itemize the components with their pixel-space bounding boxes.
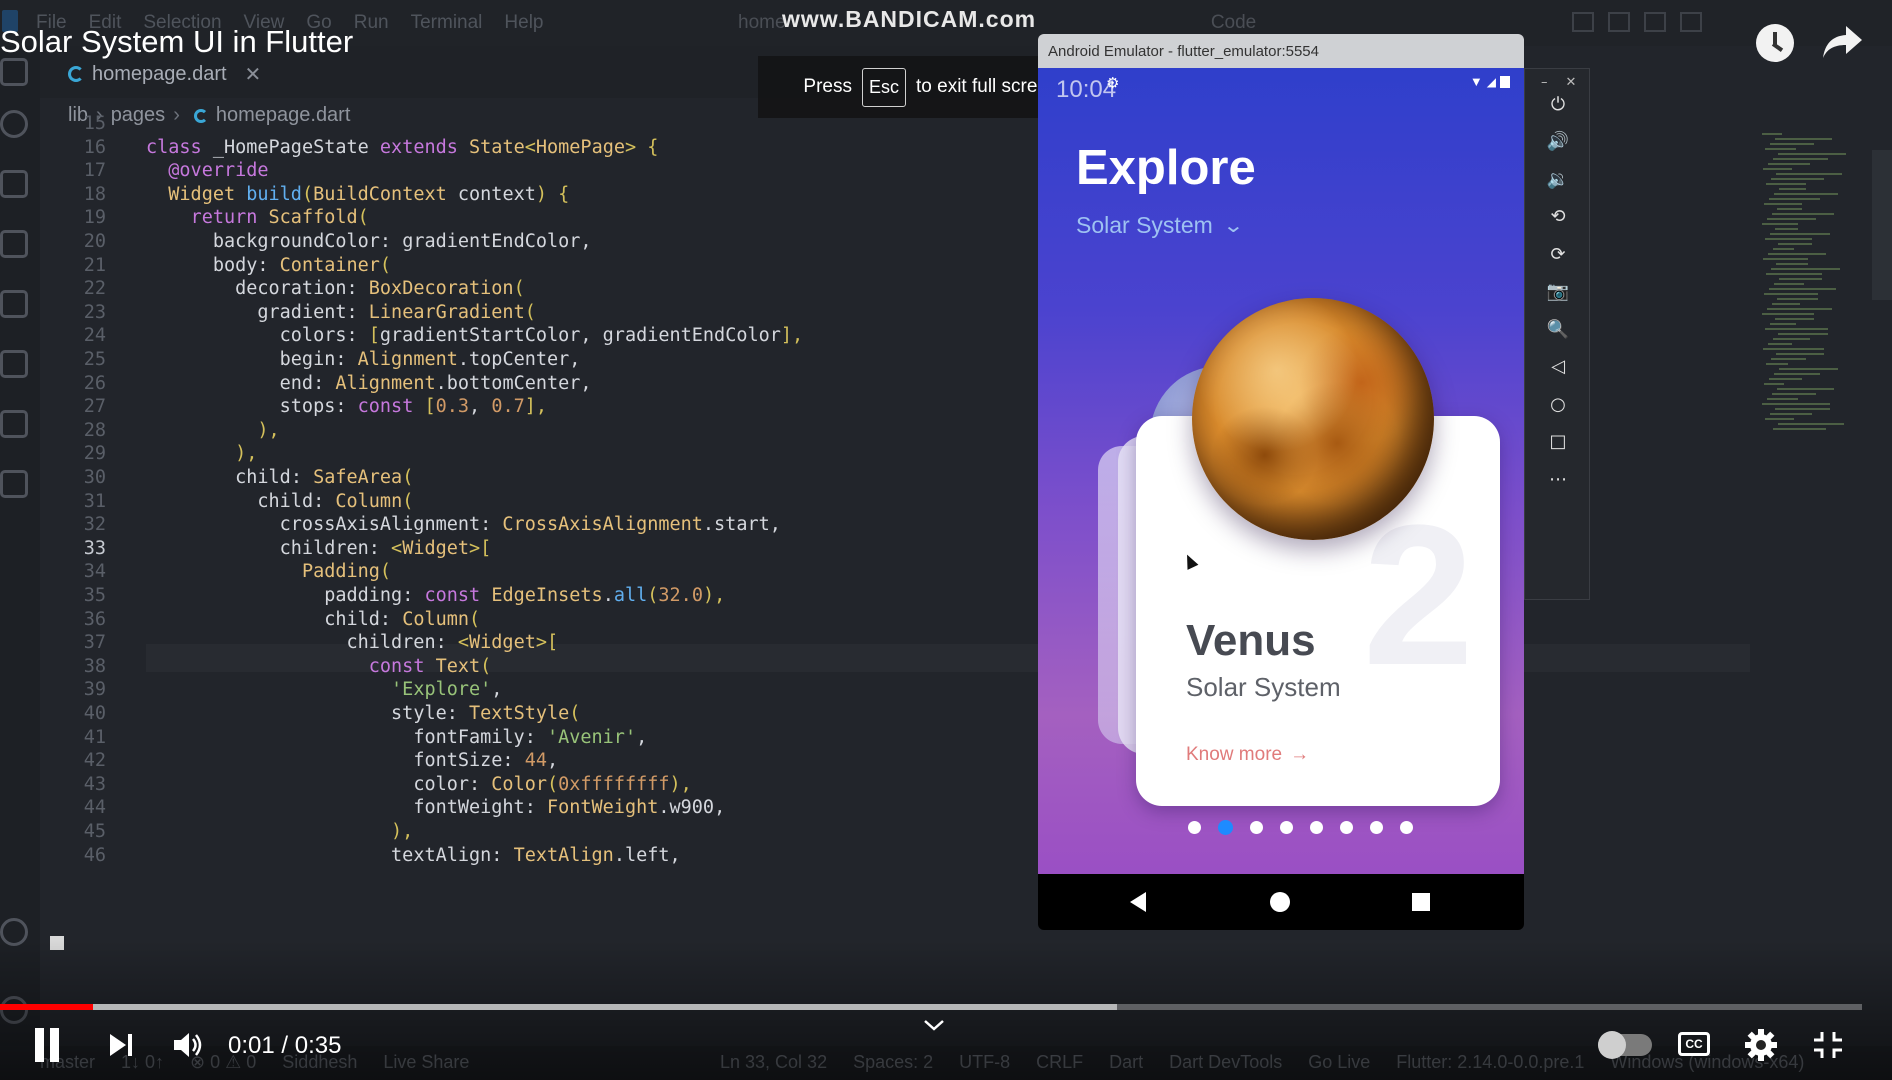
progress-buffered (0, 1004, 1118, 1010)
editor-scrollbar[interactable] (1872, 150, 1892, 300)
signal-icon: ◢ (1486, 74, 1496, 89)
tab-homepage-dart[interactable]: homepage.dart ✕ (62, 54, 273, 94)
know-more-link[interactable]: Know more → (1186, 744, 1309, 766)
emulator-titlebar[interactable]: Android Emulator - flutter_emulator:5554 (1038, 34, 1524, 68)
toggle-secondary-sidebar-icon[interactable] (1644, 12, 1666, 32)
volume-icon[interactable] (172, 1030, 206, 1060)
page-title: Explore (1076, 141, 1256, 195)
android-recents-icon[interactable] (1412, 893, 1430, 911)
android-home-icon[interactable] (1270, 892, 1290, 912)
page-dot[interactable] (1188, 821, 1201, 834)
battery-icon (1500, 75, 1510, 88)
system-icons: ▼ ◢ (1470, 74, 1510, 89)
page-dot[interactable] (1280, 821, 1293, 834)
page-dot[interactable] (1218, 820, 1233, 835)
emulator-phone: 10:04 ⚙ ▼ ◢ Explore Solar System ⌄ 2 Ven… (1038, 68, 1524, 878)
live-share-icon[interactable] (0, 470, 28, 498)
rotate-left-icon[interactable]: ⟲ (1545, 204, 1571, 230)
pause-button[interactable] (32, 1028, 62, 1062)
search-icon[interactable] (0, 110, 28, 138)
camera-icon[interactable]: 📷 (1545, 279, 1571, 305)
minimap[interactable] (1762, 130, 1846, 550)
page-dot[interactable] (1370, 821, 1383, 834)
dropdown-value: Solar System (1076, 212, 1213, 238)
volume-down-icon[interactable]: 🔉 (1545, 166, 1571, 192)
wifi-icon: ▼ (1469, 74, 1483, 89)
progress-bar[interactable] (0, 1004, 1862, 1010)
android-nav-bar (1038, 874, 1524, 930)
arrow-right-icon: → (1290, 744, 1310, 765)
autoplay-toggle[interactable] (1598, 1031, 1652, 1059)
line-number: 46 (83, 844, 106, 866)
bandicam-watermark: www.BANDICAM.com (782, 6, 1037, 32)
next-button[interactable] (108, 1032, 134, 1058)
app-screen: 10:04 ⚙ ▼ ◢ Explore Solar System ⌄ 2 Ven… (1038, 68, 1524, 876)
testing-icon[interactable] (0, 410, 28, 438)
vscode-window: File Edit Selection View Go Run Terminal Help h… (0, 0, 1892, 1080)
player-controls: 0:01 / 0:35 CC (0, 1020, 1892, 1070)
planet-position-number: 2 (1362, 484, 1474, 707)
close-icon[interactable]: ✕ (1566, 75, 1577, 90)
code-text: textAlign: TextAlign.left, (391, 844, 681, 866)
solar-system-dropdown[interactable]: Solar System ⌄ (1076, 212, 1245, 239)
more-icon[interactable]: ⋯ (1545, 466, 1571, 492)
explorer-icon[interactable] (0, 58, 28, 86)
page-dot[interactable] (1310, 821, 1323, 834)
page-dot[interactable] (1340, 821, 1353, 834)
exit-fullscreen-icon[interactable] (1812, 1030, 1844, 1060)
run-debug-icon[interactable] (0, 290, 28, 318)
tab-label: homepage.dart (92, 62, 227, 85)
settings-gear-icon[interactable] (1744, 1028, 1778, 1062)
planet-name: Venus (1186, 616, 1316, 665)
toggle-sidebar-icon[interactable] (1572, 12, 1594, 32)
code-editor[interactable]: 15 16 class _HomePageState extends State<H… (40, 113, 1140, 1032)
emulator-toolbar: – ✕ ⏻ 🔊 🔉 ⟲ ⟳ 📷 🔍 ◁ ○ □ ⋯ (1524, 68, 1590, 600)
zoom-icon[interactable]: 🔍 (1545, 316, 1571, 342)
chevron-down-icon: ⌄ (1222, 215, 1245, 237)
page-dot[interactable] (1250, 821, 1263, 834)
home-icon[interactable]: ○ (1545, 391, 1571, 417)
subtitles-button[interactable]: CC (1678, 1032, 1710, 1056)
customize-layout-icon[interactable] (1680, 12, 1702, 32)
settings-gear-icon: ⚙ (1106, 75, 1120, 92)
dart-file-icon (68, 66, 84, 82)
phone-status-bar: 10:04 ⚙ ▼ ◢ (1038, 68, 1524, 103)
chevron-down-icon[interactable] (922, 1018, 946, 1032)
volume-up-icon[interactable]: 🔊 (1545, 129, 1571, 155)
planet-subtitle: Solar System (1186, 672, 1341, 702)
esc-key: Esc (861, 67, 906, 107)
watch-later-icon[interactable] (1756, 24, 1794, 62)
source-control-icon[interactable] (0, 170, 28, 198)
activity-bar (0, 46, 40, 1046)
time-display: 0:01 / 0:35 (228, 1032, 342, 1059)
progress-played (0, 1004, 94, 1010)
rotate-right-icon[interactable]: ⟳ (1545, 241, 1571, 267)
menu-item-run[interactable]: Run (354, 12, 389, 34)
share-icon[interactable] (1822, 24, 1864, 60)
video-title[interactable]: Solar System UI in Flutter (0, 24, 353, 60)
overview-icon[interactable]: □ (1545, 429, 1571, 455)
terminal-icon[interactable] (0, 230, 28, 258)
page-indicator (1188, 820, 1413, 835)
tab-close-icon[interactable]: ✕ (245, 62, 262, 87)
menu-item-terminal[interactable]: Terminal (411, 12, 483, 34)
toggle-panel-icon[interactable] (1608, 12, 1630, 32)
extensions-icon[interactable] (0, 350, 28, 378)
power-icon[interactable]: ⏻ (1545, 91, 1571, 117)
android-back-icon[interactable] (1130, 892, 1146, 912)
layout-toggles (1572, 12, 1702, 32)
venus-planet-image (1192, 298, 1434, 540)
page-dot[interactable] (1400, 821, 1413, 834)
menu-item-help[interactable]: Help (504, 12, 543, 34)
minimize-icon[interactable]: – (1541, 75, 1548, 90)
back-icon[interactable]: ◁ (1545, 354, 1571, 380)
